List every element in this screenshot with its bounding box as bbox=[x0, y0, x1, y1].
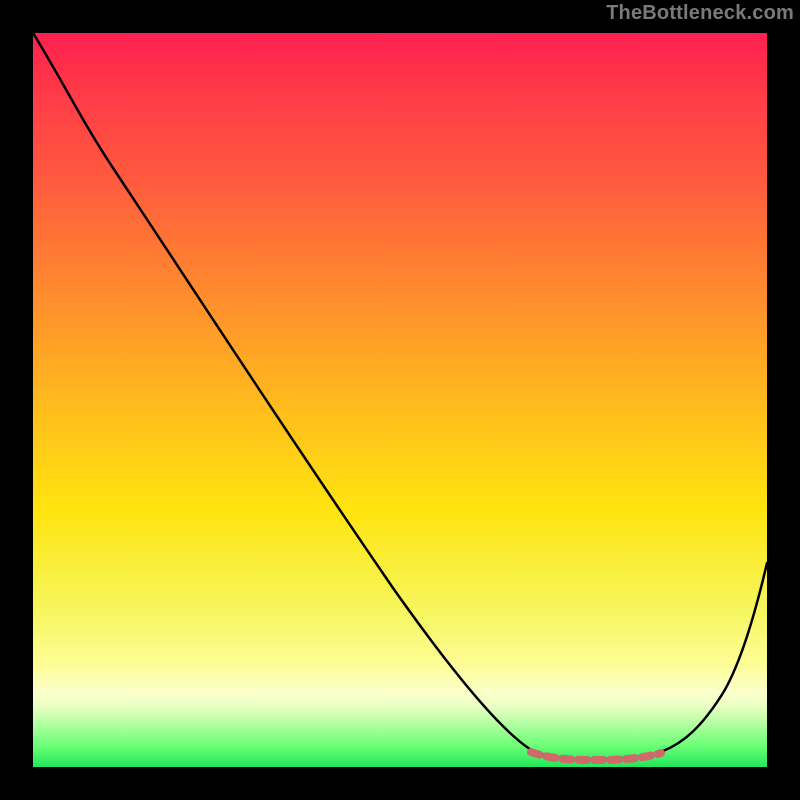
plot-area bbox=[33, 33, 767, 767]
watermark-label: TheBottleneck.com bbox=[606, 2, 794, 25]
curve-svg bbox=[33, 33, 767, 767]
highlight-segment bbox=[531, 752, 661, 760]
bottleneck-curve bbox=[33, 33, 767, 759]
chart-container: TheBottleneck.com bbox=[0, 0, 800, 800]
